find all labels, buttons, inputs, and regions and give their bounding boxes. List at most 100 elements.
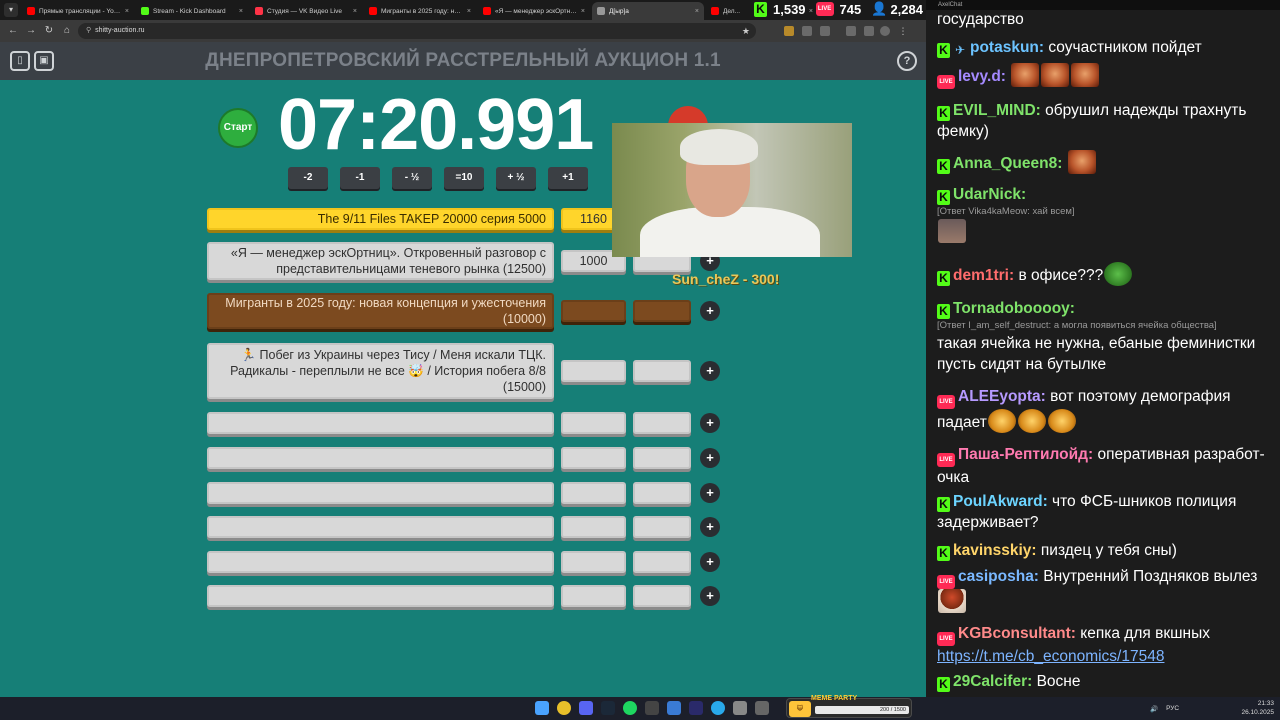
start-menu-icon[interactable] bbox=[535, 701, 549, 715]
lot-name-field[interactable] bbox=[207, 412, 554, 434]
chat-nickname[interactable]: PoulAkward: bbox=[953, 493, 1048, 510]
chat-nickname[interactable]: Anna_Queen8: bbox=[953, 155, 1062, 172]
close-icon[interactable]: × bbox=[353, 8, 357, 15]
chat-nickname[interactable]: Tornadobooooy: bbox=[953, 300, 1075, 317]
tab-search-icon[interactable]: ▾ bbox=[4, 3, 18, 17]
lot-extra-field[interactable] bbox=[633, 447, 691, 469]
chat-nickname[interactable]: KGBconsultant: bbox=[958, 625, 1076, 642]
steam-icon[interactable] bbox=[601, 701, 615, 715]
lot-amount-field[interactable] bbox=[561, 412, 626, 434]
browser-tab[interactable]: Прямые трансляции - YouTube × bbox=[22, 2, 134, 20]
forward-icon[interactable]: → bbox=[24, 24, 38, 38]
start-button[interactable]: Старт bbox=[218, 108, 258, 148]
chat-nickname[interactable]: levy.d: bbox=[958, 68, 1006, 85]
lot-extra-field[interactable] bbox=[633, 551, 691, 573]
app-icon[interactable] bbox=[733, 701, 747, 715]
time-adjust-button[interactable]: + ½ bbox=[496, 167, 536, 189]
lot-name-field[interactable] bbox=[207, 516, 554, 538]
chat-nickname[interactable]: UdarNick: bbox=[953, 186, 1026, 203]
lot-amount-field[interactable] bbox=[561, 516, 626, 538]
lot-amount-field[interactable] bbox=[561, 300, 626, 322]
add-bid-button[interactable]: + bbox=[700, 301, 720, 321]
add-bid-button[interactable]: + bbox=[700, 413, 720, 433]
chat-nickname[interactable]: kavinsskiy: bbox=[953, 542, 1037, 559]
chat-nickname[interactable]: EVIL_MIND: bbox=[953, 102, 1041, 119]
extension-icon[interactable] bbox=[784, 26, 794, 36]
chat-link[interactable]: https://t.me/cb_economics/17548 bbox=[937, 648, 1164, 665]
add-bid-button[interactable]: + bbox=[700, 361, 720, 381]
sidebar-icon[interactable] bbox=[864, 26, 874, 36]
lot-amount-field[interactable] bbox=[561, 551, 626, 573]
time-adjust-button[interactable]: -2 bbox=[288, 167, 328, 189]
lot-name-field[interactable] bbox=[207, 585, 554, 607]
lot-name-field[interactable] bbox=[207, 482, 554, 504]
browser-tab[interactable]: Мигранты в 2025 году: нова × bbox=[364, 2, 476, 20]
url-input[interactable]: ⚲ shitty-auction.ru ★ bbox=[78, 23, 756, 39]
lot-extra-field[interactable] bbox=[633, 585, 691, 607]
bookmark-star-icon[interactable]: ★ bbox=[742, 23, 750, 39]
live-icon: LIVE bbox=[937, 395, 955, 409]
lot-amount-field[interactable] bbox=[561, 447, 626, 469]
chat-nickname[interactable]: dem1tri: bbox=[953, 267, 1014, 284]
add-bid-button[interactable]: + bbox=[700, 517, 720, 537]
chat-nickname[interactable]: casiposha: bbox=[958, 568, 1039, 585]
app-icon[interactable] bbox=[755, 701, 769, 715]
app-icon[interactable] bbox=[667, 701, 681, 715]
chat-nickname[interactable]: 29Calcifer: bbox=[953, 673, 1032, 690]
lot-name-field[interactable]: «Я — менеджер эскОртниц». Откровенный ра… bbox=[207, 242, 554, 280]
browser-tab[interactable]: Stream - Kick Dashboard × bbox=[136, 2, 248, 20]
browser-tab[interactable]: Д[ыр]а × bbox=[592, 2, 704, 20]
home-icon[interactable]: ⌂ bbox=[60, 24, 74, 38]
reload-icon[interactable]: ↻ bbox=[42, 24, 56, 38]
extension-icon[interactable] bbox=[802, 26, 812, 36]
lot-extra-field[interactable] bbox=[633, 412, 691, 434]
browser-tab[interactable]: Студия — VK Видео Live × bbox=[250, 2, 362, 20]
close-icon[interactable]: × bbox=[467, 8, 471, 15]
lot-name-field[interactable] bbox=[207, 551, 554, 573]
lot-extra-field[interactable] bbox=[633, 300, 691, 322]
add-bid-button[interactable]: + bbox=[700, 448, 720, 468]
help-button[interactable]: ? bbox=[897, 51, 917, 71]
download-icon[interactable] bbox=[846, 26, 856, 36]
time-adjust-button[interactable]: -1 bbox=[340, 167, 380, 189]
chat-nickname[interactable]: ALEEyopta: bbox=[958, 388, 1046, 405]
chat-nickname[interactable]: Паша-Рептилойд: bbox=[958, 446, 1093, 463]
close-icon[interactable]: × bbox=[581, 8, 585, 15]
menu-icon[interactable]: ⋮ bbox=[898, 26, 908, 36]
time-adjust-button[interactable]: +1 bbox=[548, 167, 588, 189]
back-icon[interactable]: ← bbox=[6, 24, 20, 38]
lot-name-field[interactable] bbox=[207, 447, 554, 469]
add-bid-button[interactable]: + bbox=[700, 552, 720, 572]
spotify-icon[interactable] bbox=[623, 701, 637, 715]
page-title: ДНЕПРОПЕТРОВСКИЙ РАССТРЕЛЬНЫЙ АУКЦИОН 1.… bbox=[205, 50, 721, 71]
add-bid-button[interactable]: + bbox=[700, 586, 720, 606]
clock[interactable]: 21:33 26.10.2025 bbox=[1238, 699, 1274, 717]
profile-icon[interactable] bbox=[880, 26, 890, 36]
obs-icon[interactable] bbox=[645, 701, 659, 715]
lot-extra-field[interactable] bbox=[633, 482, 691, 504]
close-icon[interactable]: × bbox=[125, 8, 129, 15]
lot-amount-field[interactable] bbox=[561, 482, 626, 504]
add-bid-button[interactable]: + bbox=[700, 483, 720, 503]
time-adjust-button[interactable]: - ½ bbox=[392, 167, 432, 189]
chat-nickname[interactable]: potaskun: bbox=[970, 39, 1044, 56]
lot-amount-field[interactable] bbox=[561, 360, 626, 382]
lot-name-field[interactable]: 🏃 Побег из Украины через Тису / Меня иск… bbox=[207, 343, 554, 399]
lot-extra-field[interactable] bbox=[633, 516, 691, 538]
language-indicator[interactable]: РУС bbox=[1166, 705, 1179, 712]
lot-name-field[interactable]: The 9/11 Files TAKEP 20000 серия 5000 bbox=[207, 208, 554, 230]
extensions-puzzle-icon[interactable] bbox=[820, 26, 830, 36]
time-adjust-button[interactable]: =10 bbox=[444, 167, 484, 189]
site-info-icon[interactable]: ⚲ bbox=[86, 27, 91, 34]
lot-amount-field[interactable] bbox=[561, 585, 626, 607]
app-icon[interactable] bbox=[689, 701, 703, 715]
telegram-icon[interactable] bbox=[711, 701, 725, 715]
browser-tab[interactable]: «Я — менеджер эскОртниц × bbox=[478, 2, 590, 20]
volume-icon[interactable]: 🔊 bbox=[1150, 705, 1158, 713]
close-icon[interactable]: × bbox=[239, 8, 243, 15]
discord-icon[interactable] bbox=[579, 701, 593, 715]
lot-extra-field[interactable] bbox=[633, 360, 691, 382]
chrome-icon[interactable] bbox=[557, 701, 571, 715]
close-icon[interactable]: × bbox=[695, 8, 699, 15]
lot-name-field[interactable]: Мигранты в 2025 году: новая концепция и … bbox=[207, 293, 554, 329]
